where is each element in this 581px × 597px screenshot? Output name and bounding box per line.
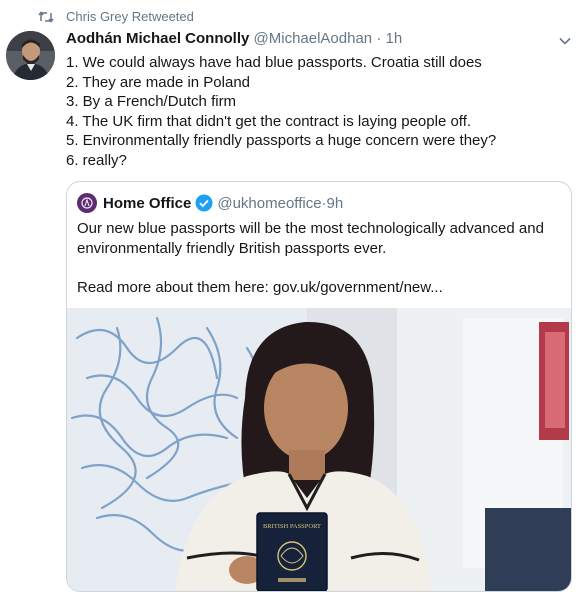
passport-label: BRITISH PASSPORT	[263, 523, 321, 530]
tweet-line: 3. By a French/Dutch firm	[66, 93, 237, 110]
verified-badge-icon	[195, 194, 213, 212]
quoted-avatar[interactable]	[77, 193, 97, 213]
quoted-tweet[interactable]: Home Office @ukhomeoffice · 9h Our new b…	[66, 181, 572, 592]
tweet-line: 1. We could always have had blue passpor…	[66, 54, 482, 71]
separator-dot: ·	[376, 30, 382, 47]
read-more-link[interactable]: Read more about them here: gov.uk/govern…	[77, 278, 563, 298]
tweet-line: 4. The UK firm that didn't get the contr…	[66, 112, 472, 130]
tweet-line: 2. They are made in Poland	[66, 73, 251, 91]
retweet-label: Chris Grey Retweeted	[66, 9, 194, 24]
quoted-timestamp[interactable]: 9h	[327, 195, 344, 212]
tweet-line: 5. Environmentally friendly passports a …	[66, 132, 497, 149]
chevron-down-icon[interactable]	[559, 32, 571, 50]
retweet-context[interactable]: Chris Grey Retweeted	[38, 9, 194, 24]
tweet-text: 1. We could always have had blue passpor…	[66, 53, 571, 170]
author-handle[interactable]: @MichaelAodhan	[254, 30, 373, 47]
quoted-header: Home Office @ukhomeoffice · 9h	[77, 193, 343, 213]
passport-photo[interactable]: BRITISH PASSPORT	[67, 308, 571, 591]
tweet-timestamp[interactable]: 1h	[386, 30, 403, 47]
author-name[interactable]: Aodhán Michael Connolly	[66, 30, 249, 47]
tweet-header: Aodhán Michael Connolly @MichaelAodhan ·…	[66, 30, 402, 47]
retweet-icon	[38, 10, 54, 23]
quoted-text: Our new blue passports will be the most …	[77, 219, 563, 297]
avatar[interactable]	[6, 31, 55, 80]
quoted-author-name[interactable]: Home Office	[103, 195, 191, 212]
quoted-line: environmentally friendly British passpor…	[77, 239, 387, 257]
quoted-handle[interactable]: @ukhomeoffice	[217, 195, 321, 212]
tweet-line: 6. really?	[66, 151, 127, 169]
quoted-line: Our new blue passports will be the most …	[77, 220, 544, 237]
